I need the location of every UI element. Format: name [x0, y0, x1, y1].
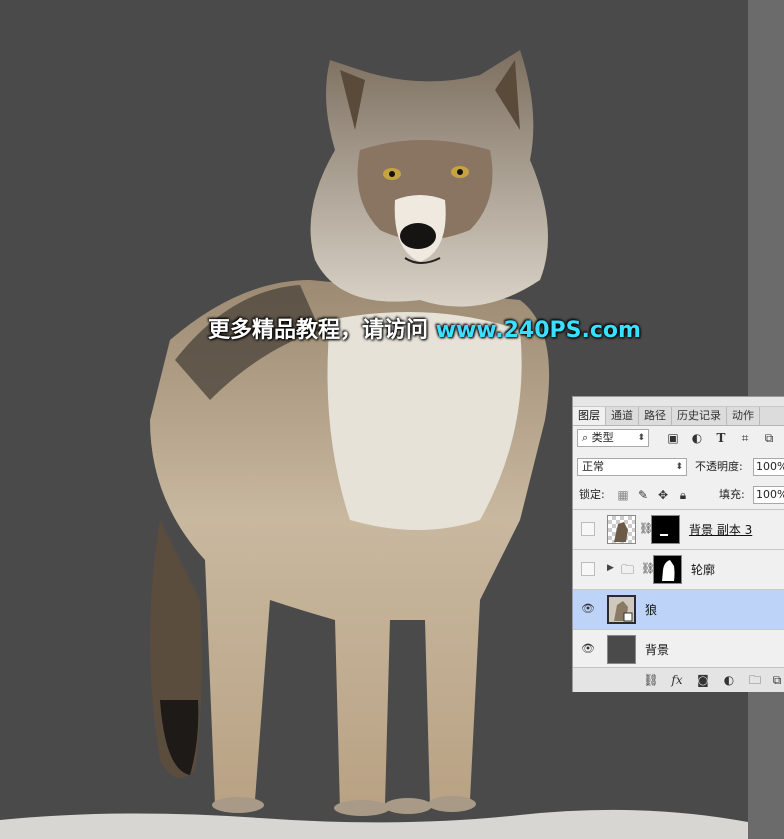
- tab-layers[interactable]: 图层: [573, 407, 606, 425]
- layer-group-row[interactable]: ▶ 🗀︎ ⛓ 轮廓: [573, 550, 784, 590]
- new-layer-icon[interactable]: ⧉: [769, 672, 784, 688]
- layers-panel: 图层 通道 路径 历史记录 动作 ⌕ 类型 ⬍ ▣ ◐ T ⌗ ⧉ 正常 ⬍ 不…: [572, 396, 784, 692]
- layer-thumbnail: [607, 515, 636, 544]
- lock-position-icon[interactable]: ✥: [655, 487, 671, 503]
- layer-name[interactable]: 轮廓: [691, 550, 715, 590]
- layer-row-selected[interactable]: 👁︎ 狼: [573, 590, 784, 630]
- new-group-icon[interactable]: 🗀︎: [747, 672, 763, 688]
- opacity-label: 不透明度:: [695, 460, 743, 473]
- tab-actions[interactable]: 动作: [727, 407, 760, 425]
- lock-all-icon[interactable]: 🔒︎: [675, 487, 691, 503]
- tab-channels[interactable]: 通道: [606, 407, 639, 425]
- tab-history[interactable]: 历史记录: [672, 407, 727, 425]
- layer-name[interactable]: 背景 副本 3: [689, 510, 752, 550]
- fill-field[interactable]: 100%: [753, 486, 784, 504]
- eye-icon[interactable]: 👁︎: [581, 642, 595, 656]
- lock-pixels-icon[interactable]: ✎: [635, 487, 651, 503]
- layer-mask-thumbnail[interactable]: [651, 515, 680, 544]
- updown-arrow-icon: ⬍: [675, 462, 683, 472]
- fill-label: 填充:: [719, 488, 745, 501]
- opacity-field[interactable]: 100%: [753, 458, 784, 476]
- lock-label: 锁定:: [579, 488, 605, 501]
- updown-arrow-icon: ⬍: [637, 433, 645, 443]
- adjustment-layer-icon[interactable]: ◐: [721, 672, 737, 688]
- folder-icon: 🗀︎: [621, 563, 635, 578]
- layer-thumbnail: [607, 635, 636, 664]
- shape-filter-icon[interactable]: ⌗: [737, 430, 753, 446]
- panel-footer: ⛓ fx ◙ ◐ 🗀︎ ⧉: [573, 667, 784, 692]
- layer-list: ⛓ 背景 副本 3 ▶ 🗀︎ ⛓ 轮廓 👁︎ 狼 👁︎ 背景: [573, 509, 784, 670]
- lock-transparency-icon[interactable]: ▦: [615, 487, 631, 503]
- panel-tabs: 图层 通道 路径 历史记录 动作: [573, 407, 784, 426]
- image-filter-icon[interactable]: ▣: [665, 430, 681, 446]
- filter-row: ⌕ 类型 ⬍ ▣ ◐ T ⌗ ⧉: [573, 427, 784, 449]
- search-icon: ⌕: [582, 431, 589, 444]
- watermark: 更多精品教程，请访问 www.240PS.com: [208, 314, 641, 348]
- layer-name[interactable]: 狼: [645, 590, 657, 630]
- visibility-toggle[interactable]: [581, 562, 595, 576]
- smart-object-filter-icon[interactable]: ⧉: [761, 430, 777, 446]
- layer-row[interactable]: 👁︎ 背景: [573, 630, 784, 670]
- fx-icon[interactable]: fx: [669, 672, 685, 688]
- visibility-toggle[interactable]: [581, 522, 595, 536]
- layer-mask-thumbnail[interactable]: [653, 555, 682, 584]
- add-mask-icon[interactable]: ◙: [695, 672, 711, 688]
- adjustment-filter-icon[interactable]: ◐: [689, 430, 705, 446]
- layer-thumbnail: [607, 595, 636, 624]
- type-filter-icon[interactable]: T: [713, 430, 729, 446]
- eye-icon[interactable]: 👁︎: [581, 602, 595, 616]
- watermark-text: 更多精品教程，请访问: [208, 318, 436, 343]
- layer-name[interactable]: 背景: [645, 630, 669, 670]
- expand-arrow-icon[interactable]: ▶: [607, 563, 614, 573]
- tab-paths[interactable]: 路径: [639, 407, 672, 425]
- lock-row: 锁定: ▦ ✎ ✥ 🔒︎ 填充: 100%: [573, 484, 784, 506]
- link-layers-icon[interactable]: ⛓: [643, 672, 659, 688]
- blend-mode-value: 正常: [582, 460, 604, 473]
- layer-filter-select[interactable]: ⌕ 类型 ⬍: [577, 429, 649, 447]
- watermark-url: www.240PS.com: [435, 318, 641, 343]
- blend-row: 正常 ⬍ 不透明度: 100%: [573, 456, 784, 478]
- panel-header[interactable]: [573, 397, 784, 407]
- layer-row[interactable]: ⛓ 背景 副本 3: [573, 510, 784, 550]
- blend-mode-select[interactable]: 正常 ⬍: [577, 458, 687, 476]
- filter-label: 类型: [591, 431, 614, 444]
